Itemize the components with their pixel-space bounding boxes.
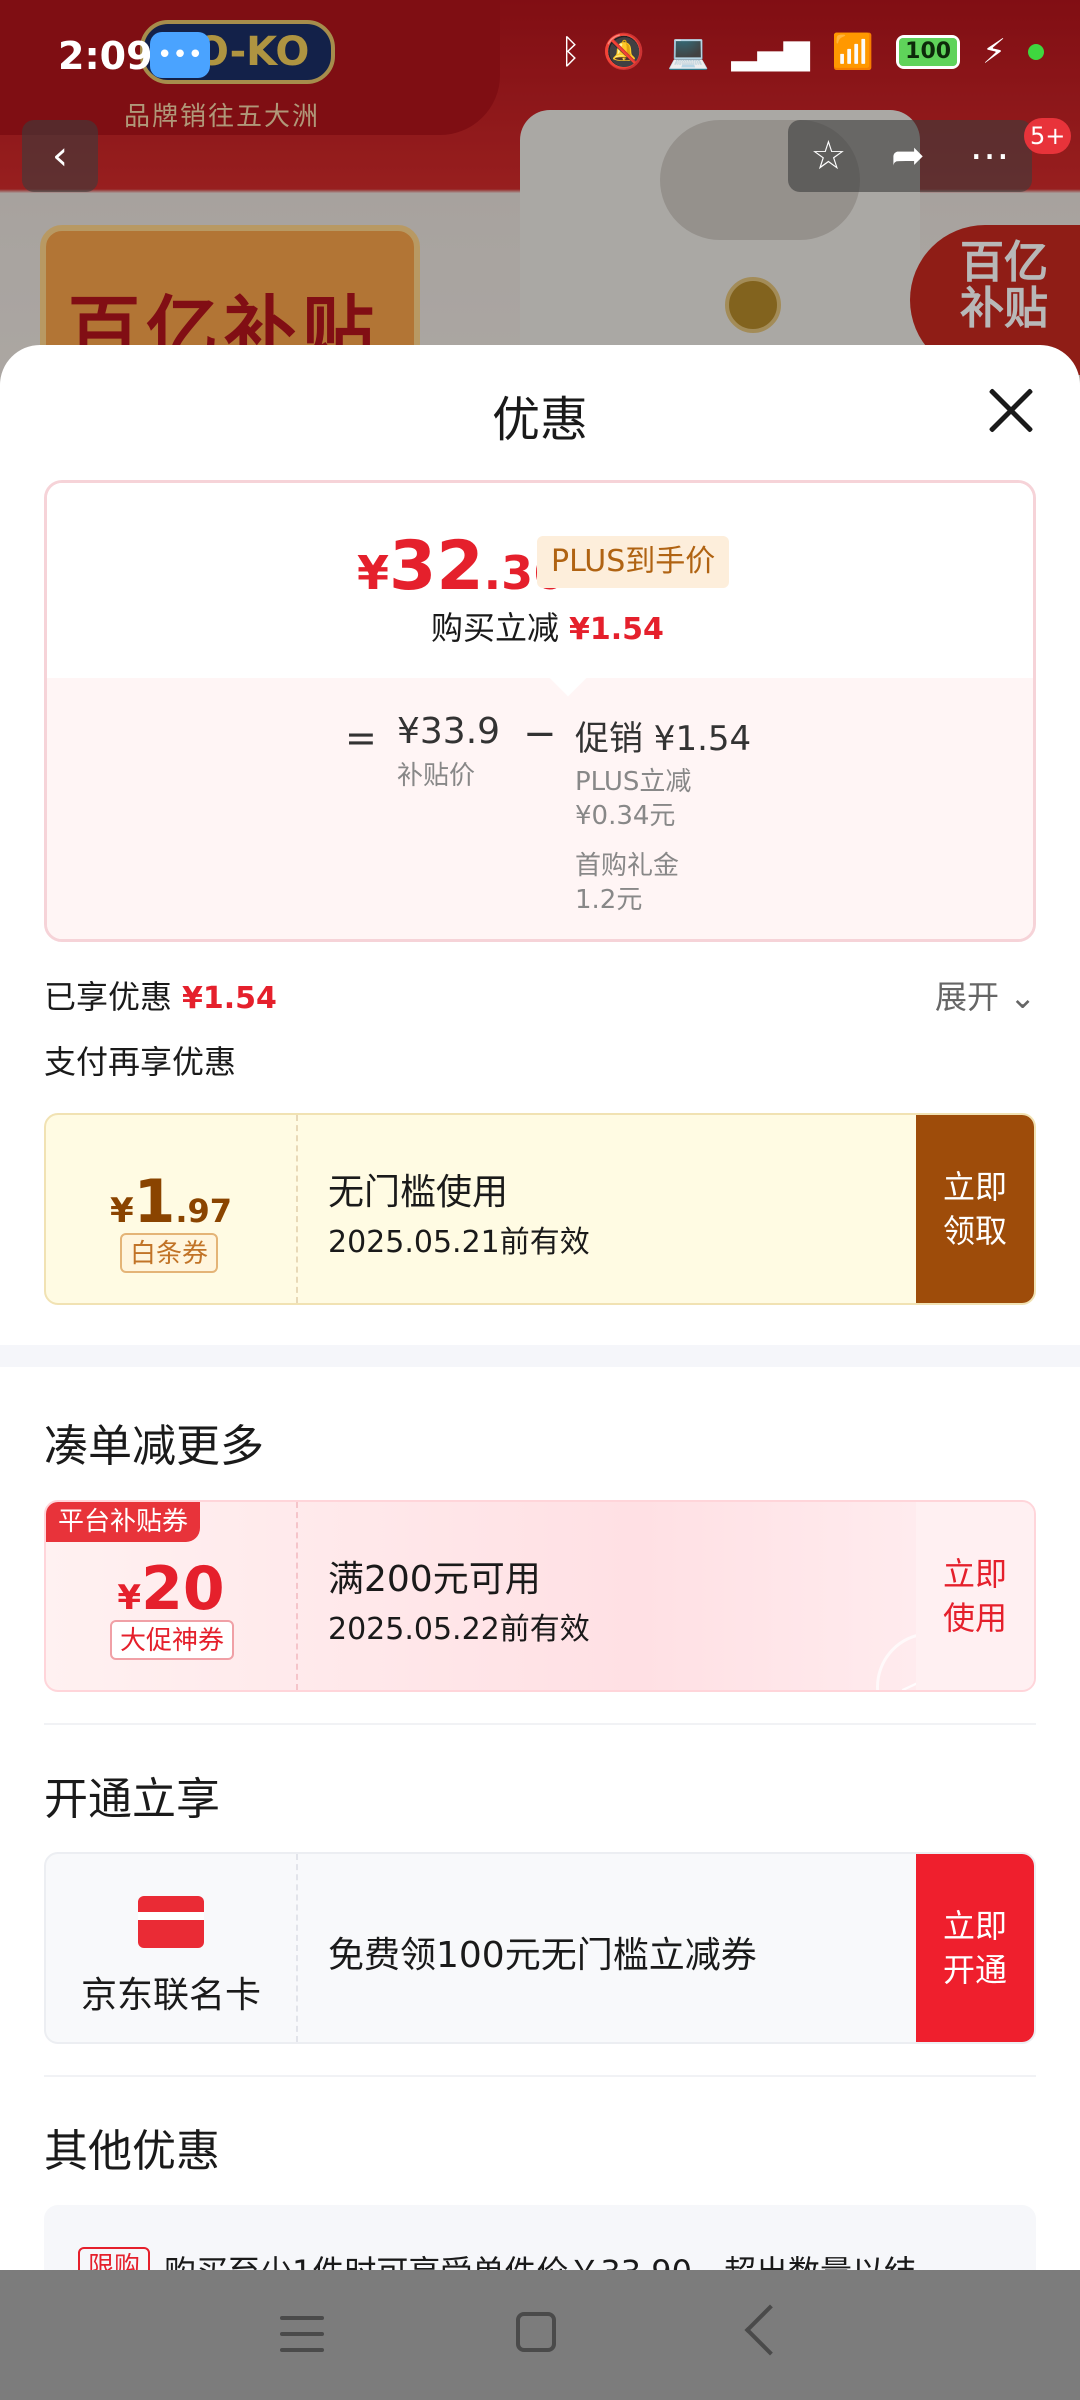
equals-sign: = (345, 716, 377, 760)
section-title-other: 其他优惠 (44, 2126, 220, 2177)
expand-button[interactable]: 展开 ⌄ (935, 972, 1036, 1018)
coupon-currency: ¥ (117, 1578, 142, 1618)
share-icon[interactable]: ➦ (891, 133, 925, 179)
bluetooth-icon: ᛒ (560, 32, 581, 72)
chevron-left-icon: ‹ (52, 133, 68, 179)
coupon-expiry: 2025.05.22前有效 (328, 1612, 590, 1647)
coupon-decimal: .97 (175, 1192, 233, 1230)
mute-icon: 🔕 (602, 32, 645, 72)
promo-amount: 促销 ¥1.54 (575, 719, 752, 759)
coupon-value: ¥1.97 白条券 (46, 1115, 296, 1303)
card-info: 京东联名卡 (46, 1854, 296, 2042)
sheet-title: 优惠 (491, 392, 588, 448)
wifi-icon: 📶 (831, 32, 875, 72)
laptop-icon: 💻 (666, 32, 710, 72)
coupon-details: 满200元可用 2025.05.22前有效 (296, 1502, 922, 1690)
floating-app-icon[interactable]: ••• (150, 32, 210, 78)
coupon-expiry: 2025.05.21前有效 (328, 1225, 590, 1260)
expand-label: 展开 (935, 978, 1000, 1016)
use-coupon-button[interactable]: 立即使用 (916, 1502, 1034, 1690)
enjoyed-value: ¥1.54 (182, 981, 277, 1016)
divider (44, 1723, 1036, 1725)
favorite-star-icon[interactable]: ☆ (810, 133, 846, 179)
final-price: ¥32.36 (357, 527, 565, 606)
claim-coupon-button[interactable]: 立即领取 (916, 1115, 1034, 1303)
charging-icon: ⚡ (982, 32, 1006, 72)
message-count-badge: 5+ (1024, 118, 1072, 154)
base-price-label: 补贴价 (397, 761, 476, 791)
coupon-amount: ¥1.97 (46, 1167, 296, 1237)
coupon-ribbon: 平台补贴券 (46, 1502, 201, 1542)
coupon-type-tag: 大促神券 (110, 1620, 235, 1660)
back-icon[interactable] (744, 2304, 796, 2356)
battery-level: 100 (899, 38, 958, 66)
signal-icon: ▂▄▆ (731, 32, 810, 72)
base-price: ¥33.9 (397, 711, 501, 752)
section-title-open: 开通立享 (44, 1774, 220, 1825)
open-card-button[interactable]: 立即开通 (916, 1854, 1034, 2042)
battery-icon: 100 (896, 35, 961, 69)
chevron-down-icon: ⌄ (1009, 978, 1036, 1016)
card-name: 京东联名卡 (80, 1975, 261, 2016)
price-breakdown-card: ¥32.36 PLUS到手价 购买立减 ¥1.54 = ¥33.9 补贴价 − 促… (44, 480, 1036, 942)
coupon-type-tag: 白条券 (120, 1233, 219, 1273)
status-icons: ᛒ 🔕 💻 ▂▄▆ 📶 100 ⚡ (560, 32, 1044, 72)
other-offer-text: 购买至少1件时可享受单件价￥33.90，超出数量以结 (164, 2247, 916, 2270)
privacy-dot-icon (1028, 44, 1044, 60)
plus-reduce-label: PLUS立减 (575, 767, 692, 797)
section-divider (0, 1345, 1080, 1367)
coupon-integer: 1 (133, 1167, 176, 1237)
reduce-label: 购买立减 (431, 609, 560, 647)
enjoyed-discount: 已享优惠 ¥1.54 (44, 972, 277, 1018)
minus-sign: − (523, 711, 557, 757)
plus-reduce-value: ¥0.34元 (575, 801, 676, 831)
pay-more-label: 支付再享优惠 (44, 1043, 237, 1081)
limit-tag: 限购 (78, 2247, 151, 2270)
enjoyed-label: 已享优惠 (44, 978, 173, 1016)
home-icon[interactable] (516, 2312, 556, 2352)
menu-icon[interactable] (280, 2316, 324, 2352)
product-actions: ☆ ➦ ⋯ (788, 120, 1032, 192)
platform-coupon: ¥20 大促神券 平台补贴券 满200元可用 2025.05.22前有效 已领 … (44, 1500, 1036, 1692)
section-title-bundle: 凑单减更多 (44, 1421, 264, 1472)
cobrand-card-offer: 京东联名卡 免费领100元无门槛立减券 立即开通 (44, 1852, 1036, 2044)
price-integer: 32 (389, 527, 484, 606)
other-offer: 限购 购买至少1件时可享受单件价￥33.90，超出数量以结 (44, 2205, 1036, 2270)
status-bar: 2:09 ••• ᛒ 🔕 💻 ▂▄▆ 📶 100 ⚡ (0, 0, 1080, 115)
card-offer-details: 免费领100元无门槛立减券 (296, 1854, 922, 2042)
divider (44, 2075, 1036, 2077)
reduce-value: ¥1.54 (569, 612, 664, 647)
coupon-title: 无门槛使用 (328, 1172, 509, 1213)
coupon-integer: 20 (141, 1554, 225, 1624)
coupon-amount: ¥20 (46, 1554, 296, 1624)
coupon-title: 满200元可用 (328, 1559, 541, 1600)
back-button[interactable]: ‹ (22, 120, 98, 192)
more-icon[interactable]: ⋯ (970, 133, 1010, 179)
coupon-currency: ¥ (109, 1191, 134, 1231)
first-buy-value: 1.2元 (575, 885, 643, 915)
clock: 2:09 (58, 34, 153, 78)
discount-sheet: 优惠 ¥32.36 PLUS到手价 购买立减 ¥1.54 = ¥33.9 补贴价 … (0, 345, 1080, 2270)
baitiao-coupon: ¥1.97 白条券 无门槛使用 2025.05.21前有效 立即领取 (44, 1113, 1036, 1305)
first-buy-label: 首购礼金 (575, 851, 680, 881)
credit-card-icon (138, 1896, 204, 1948)
purchase-reduction: 购买立减 ¥1.54 (431, 603, 664, 649)
plus-price-tag: PLUS到手价 (537, 536, 730, 588)
close-icon[interactable] (986, 385, 1036, 435)
system-navigation-bar (0, 2270, 1080, 2400)
price-currency: ¥ (357, 546, 390, 600)
card-offer-text: 免费领100元无门槛立减券 (328, 1935, 757, 1976)
coupon-details: 无门槛使用 2025.05.21前有效 (296, 1115, 922, 1303)
